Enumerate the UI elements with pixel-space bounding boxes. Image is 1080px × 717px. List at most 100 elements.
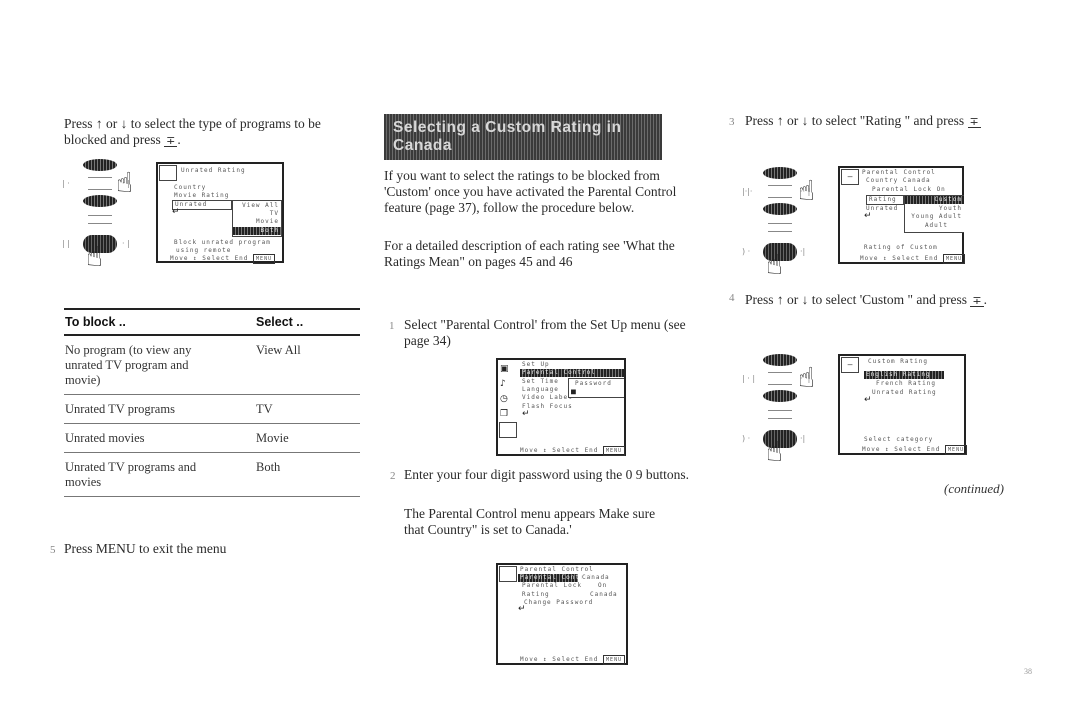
- step-text: Press ↑ or ↓ to select the type of progr…: [64, 116, 321, 147]
- intro-paragraph: For a detailed description of each ratin…: [384, 238, 675, 269]
- step-text: Press ↑ or ↓ to select 'Custom " and pre…: [745, 292, 968, 307]
- screen-line: Video Label: [522, 394, 573, 401]
- end-box: MENU: [603, 446, 626, 456]
- menu-icon: [499, 566, 517, 582]
- screen-line: Change Password: [524, 599, 594, 606]
- end-box: MENU: [603, 655, 626, 665]
- table-row: Unrated TV programs and movies Both: [64, 453, 360, 497]
- screen-footer: Block unrated program: [174, 239, 271, 246]
- end-box: MENU: [253, 254, 276, 264]
- screen-footer: Rating of Custom: [864, 244, 938, 251]
- return-icon: ↵: [864, 211, 872, 221]
- step-number: 3: [729, 116, 735, 128]
- pressing-hand-icon: ☝: [766, 248, 784, 281]
- table-row: Unrated movies Movie: [64, 424, 360, 453]
- tick-mark: · |: [122, 239, 130, 248]
- footer-text: Move ↕ Select End: [862, 446, 941, 453]
- divider-line: [88, 189, 112, 190]
- screen-value: On: [598, 582, 608, 589]
- screen-line: Flash Focus: [522, 403, 573, 410]
- screen-line-selected: Unrated: [172, 200, 232, 210]
- up-button-icon: [763, 354, 797, 366]
- screen-footer: Move ↕ Select End MENU: [520, 446, 626, 456]
- submenu-item: Adult: [924, 222, 948, 229]
- timer-icon: ◷: [500, 394, 508, 404]
- screen-title: Parental Control: [862, 169, 936, 176]
- screen-line: French Rating: [876, 380, 936, 387]
- submenu-item-highlighted: Both: [233, 227, 281, 235]
- submenu-item: Password: [575, 380, 612, 387]
- screen-line: Movie Rating: [174, 192, 230, 199]
- return-icon: ↵: [172, 207, 180, 217]
- password-submenu: Password ■: [568, 378, 624, 398]
- submenu-item: Young Adult: [911, 213, 962, 220]
- screen-footer: Move ↕ Select End MENU: [860, 254, 966, 264]
- remote-illustration: |·|· ·· | ) · ·| ☝ ☝: [742, 165, 822, 280]
- step-enter-password: Enter your four digit password using the…: [404, 467, 689, 482]
- cell-select: Both: [256, 460, 281, 474]
- footer-text: Move ↕ Select End: [170, 255, 249, 262]
- divider-line: [88, 223, 112, 224]
- cell-block: Unrated movies: [65, 431, 145, 445]
- tick-mark: | ·: [62, 179, 70, 188]
- tv-screen-rating: – Parental Control Country Canada Parent…: [838, 166, 966, 264]
- cell-select: View All: [256, 343, 301, 357]
- end-box: MENU: [945, 445, 968, 455]
- step-number: 4: [729, 292, 735, 304]
- tick-mark: | · |: [742, 374, 756, 383]
- intro-paragraph: If you want to select the ratings to be …: [384, 168, 677, 215]
- enter-button-icon: ∓: [164, 134, 178, 147]
- video-icon: ▣: [500, 364, 509, 374]
- screen-footer: Select category: [864, 436, 934, 443]
- down-button-icon: [763, 203, 797, 215]
- footer-text: Move ↕ Select End: [860, 255, 939, 262]
- pointing-hand-icon: ☝: [798, 361, 816, 394]
- screen-value: Canada: [582, 574, 610, 581]
- tick-mark: ·|: [800, 247, 806, 256]
- screen-line-highlighted: Parental Control: [518, 574, 594, 582]
- divider-line: [768, 223, 792, 224]
- tv-screen-unrated: Unrated Rating Country Movie Rating Unra…: [156, 162, 284, 264]
- return-icon: ↵: [864, 395, 872, 405]
- tick-mark: |·|·: [742, 187, 753, 196]
- up-button-icon: [763, 167, 797, 179]
- return-icon: ↵: [518, 604, 526, 614]
- header-select: Select ..: [256, 315, 304, 329]
- cell-block: Unrated TV programs and movies: [65, 460, 197, 489]
- divider-line: [88, 215, 112, 216]
- submenu-item: TV: [269, 210, 279, 217]
- submenu: View All TV Movie Both: [232, 200, 282, 237]
- divider-line: [88, 177, 112, 178]
- divider-line: [768, 410, 792, 411]
- screen-line-selected: Rating: [866, 195, 904, 205]
- tv-screen-setup: ▣ ♪ ◷ ❐ Set Up Parental Control Set Time…: [496, 358, 626, 456]
- screen-footer: Move ↕ Select End MENU: [520, 655, 626, 665]
- tick-mark: ) ·: [742, 247, 751, 256]
- screen-line: Unrated Rating: [872, 389, 937, 396]
- continued-note: (continued): [944, 481, 1004, 496]
- rating-submenu: Custom Youth Young Adult Adult: [904, 195, 964, 233]
- divider-line: [768, 231, 792, 232]
- down-button-icon: [83, 195, 117, 207]
- step-select-custom: Press ↑ or ↓ to select 'Custom " and pre…: [745, 292, 988, 307]
- pointing-hand-icon: ☝: [116, 166, 134, 199]
- step-text: Press ↑ or ↓ to select "Rating " and pre…: [745, 113, 965, 128]
- pointing-hand-icon: ☝: [798, 174, 816, 207]
- screen-line: Parental Lock: [522, 582, 582, 589]
- submenu-item: View All: [242, 202, 279, 209]
- screen-line: Rating: [522, 591, 550, 598]
- step-select-rating: Press ↑ or ↓ to select "Rating " and pre…: [745, 113, 1045, 129]
- screen-title: Custom Rating: [868, 358, 928, 365]
- submenu-item-highlighted: Custom: [905, 196, 964, 204]
- password-cursor: ■: [571, 387, 577, 396]
- table-header: To block .. Select ..: [64, 310, 360, 336]
- page-number: 38: [1024, 667, 1032, 676]
- cell-select: Movie: [256, 431, 289, 445]
- screen-line: Country: [174, 184, 207, 191]
- cell-block: No program (to view any unrated TV progr…: [65, 343, 192, 387]
- pressing-hand-icon: ☝: [766, 435, 784, 468]
- up-button-icon: [83, 159, 117, 171]
- screen-footer: Move ↕ Select End MENU: [862, 445, 968, 455]
- screen-value: Canada: [590, 591, 618, 598]
- screen-line: Country Canada: [866, 177, 931, 184]
